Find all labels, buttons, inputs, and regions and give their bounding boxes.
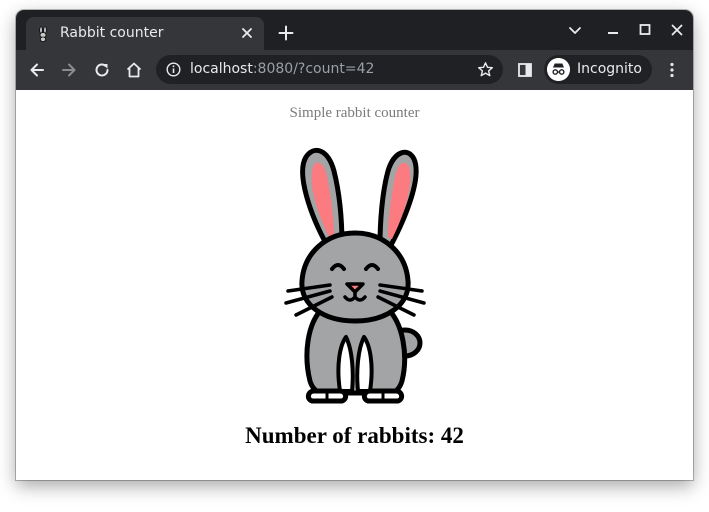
url-host: localhost [190,61,253,77]
rabbit-icon [284,147,426,404]
minimize-icon[interactable] [605,22,621,38]
home-icon[interactable] [125,61,143,79]
address-bar[interactable]: localhost:8080/?count=42 [156,55,503,84]
rabbit-icon [39,26,47,42]
browser-window: Rabbit counter localhost:8080/?count=42 … [16,10,693,480]
url-path: :8080/?count=42 [252,61,375,77]
plus-icon[interactable] [278,25,294,41]
incognito-icon [547,58,570,81]
star-icon[interactable] [477,61,494,78]
info-icon[interactable] [166,62,181,77]
tab-strip: Rabbit counter [16,10,693,50]
browser-toolbar: localhost:8080/?count=42 Incognito [16,50,693,90]
arrow-right-icon[interactable] [60,61,78,79]
close-icon[interactable] [240,26,254,40]
reload-icon[interactable] [93,61,111,79]
tab-rabbit-counter[interactable]: Rabbit counter [26,17,264,50]
arrow-left-icon[interactable] [28,61,46,79]
incognito-profile-button[interactable]: Incognito [544,55,652,84]
rabbit-count-heading: Number of rabbits: 42 [245,423,464,448]
side-panel-icon[interactable] [516,61,534,79]
page-subtitle: Simple rabbit counter [289,105,420,121]
chevron-down-icon[interactable] [567,22,583,38]
close-icon[interactable] [669,22,685,38]
maximize-icon[interactable] [637,22,653,38]
tab-title: Rabbit counter [60,25,164,41]
kebab-menu-icon[interactable] [663,61,681,79]
url-text[interactable]: localhost:8080/?count=42 [190,61,374,77]
page-content: Simple rabbit counter Number of rabbits:… [16,90,693,480]
profile-label: Incognito [577,61,642,77]
